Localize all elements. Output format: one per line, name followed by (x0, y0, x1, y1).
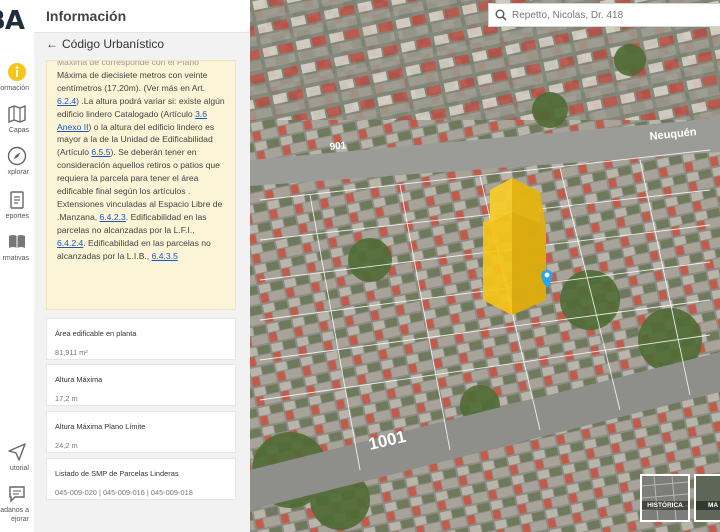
link-article-6-5-5[interactable]: 6.5.5 (91, 147, 110, 157)
rail-label-capas: Capas (8, 127, 29, 134)
book-icon (9, 235, 25, 248)
map-3d-view[interactable]: 1001 901 Neuquén (250, 0, 720, 532)
basemap-label: HISTÓRICA (642, 501, 688, 510)
rail-label-ciudadanos: dadanos a ejorar (0, 507, 29, 523)
link-article-6-2-4[interactable]: 6.2.4 (57, 96, 76, 106)
app-logo: BA (0, 6, 25, 36)
regulation-note: Máxima de corresponde con el Plano Máxim… (46, 60, 236, 310)
rail-label-normativas: rmativas (2, 255, 29, 262)
left-rail: BA ormación Capas xplorar eportes (0, 0, 35, 532)
link-article-6-4-2-3[interactable]: 6.4.2.3 (100, 212, 126, 222)
arrow-left-icon: ← (46, 37, 58, 51)
card-altura-maxima: Altura Máxima 17,2 m (46, 364, 236, 406)
card-altura-plano-limite: Altura Máxima Plano Límite 24,2 m (46, 411, 236, 453)
card-label: Área edificable en planta (55, 329, 137, 338)
rail-label-explorar: xplorar (7, 169, 29, 176)
compass-icon (7, 146, 27, 166)
note-faded-line: Máxima de corresponde con el Plano (57, 60, 199, 67)
rail-label-reportes: eportes (5, 213, 29, 220)
map-layers-icon (8, 104, 26, 124)
card-label: Altura Máxima Plano Límite (55, 422, 146, 431)
historica-thumbnail (642, 476, 688, 520)
panel-title: Información (46, 8, 127, 24)
card-parcelas-linderas: Listado de SMP de Parcelas Linderas 045-… (46, 458, 236, 500)
mapa-thumbnail (696, 476, 720, 520)
report-icon (10, 191, 24, 209)
link-article-6-4-2-4[interactable]: 6.4.2.4 (57, 238, 83, 248)
rail-item-capas[interactable]: Capas (0, 104, 34, 134)
card-value: 24,2 m (55, 441, 78, 450)
rail-item-explorar[interactable]: xplorar (0, 146, 34, 176)
rail-label-tutorial: utorial (9, 465, 29, 472)
link-article-6-4-3-5[interactable]: 6.4.3.5 (152, 251, 178, 261)
rail-item-reportes[interactable]: eportes (0, 190, 34, 220)
rail-item-informacion[interactable]: ormación (0, 62, 34, 92)
basemap-mapa-button[interactable]: MA (694, 474, 720, 522)
back-button[interactable]: ← Código Urbanístico (46, 35, 164, 53)
rail-item-tutorial[interactable]: utorial (0, 442, 34, 472)
paper-plane-icon (8, 443, 26, 461)
back-label: Código Urbanístico (62, 37, 165, 51)
building-volume-3d[interactable] (483, 178, 546, 315)
basemap-label: MA (696, 501, 720, 510)
card-value: 81,911 m² (55, 348, 88, 357)
note-text: Máxima de diecisiete metros con veinte c… (57, 69, 208, 93)
search-input[interactable]: Repetto, Nicolas, Dr. 418 (512, 10, 623, 21)
chat-icon (9, 486, 25, 503)
search-icon (495, 9, 507, 21)
card-label: Altura Máxima (55, 375, 103, 384)
aerial-imagery[interactable]: 1001 901 Neuquén (250, 0, 720, 532)
card-value: 17,2 m (55, 394, 78, 403)
rail-label-informacion: ormación (0, 85, 29, 92)
card-area-edificable: Área edificable en planta 81,911 m² (46, 318, 236, 360)
street-label-901: 901 (329, 140, 347, 153)
panel-header: Información (34, 0, 250, 33)
info-icon (8, 63, 26, 81)
info-panel: Información ← Código Urbanístico Máxima … (34, 0, 251, 532)
search-box[interactable]: Repetto, Nicolas, Dr. 418 (488, 3, 720, 27)
rail-item-normativas[interactable]: rmativas (0, 232, 34, 262)
rail-item-ciudadanos[interactable]: dadanos a ejorar (0, 484, 34, 523)
card-label: Listado de SMP de Parcelas Linderas (55, 469, 179, 478)
card-value: 045-009-020 | 045-009-016 | 045-009-018 (55, 488, 193, 497)
note-text: ). Se deberán tener en consideración aqu… (57, 147, 223, 222)
basemap-historica-button[interactable]: HISTÓRICA (640, 474, 690, 522)
